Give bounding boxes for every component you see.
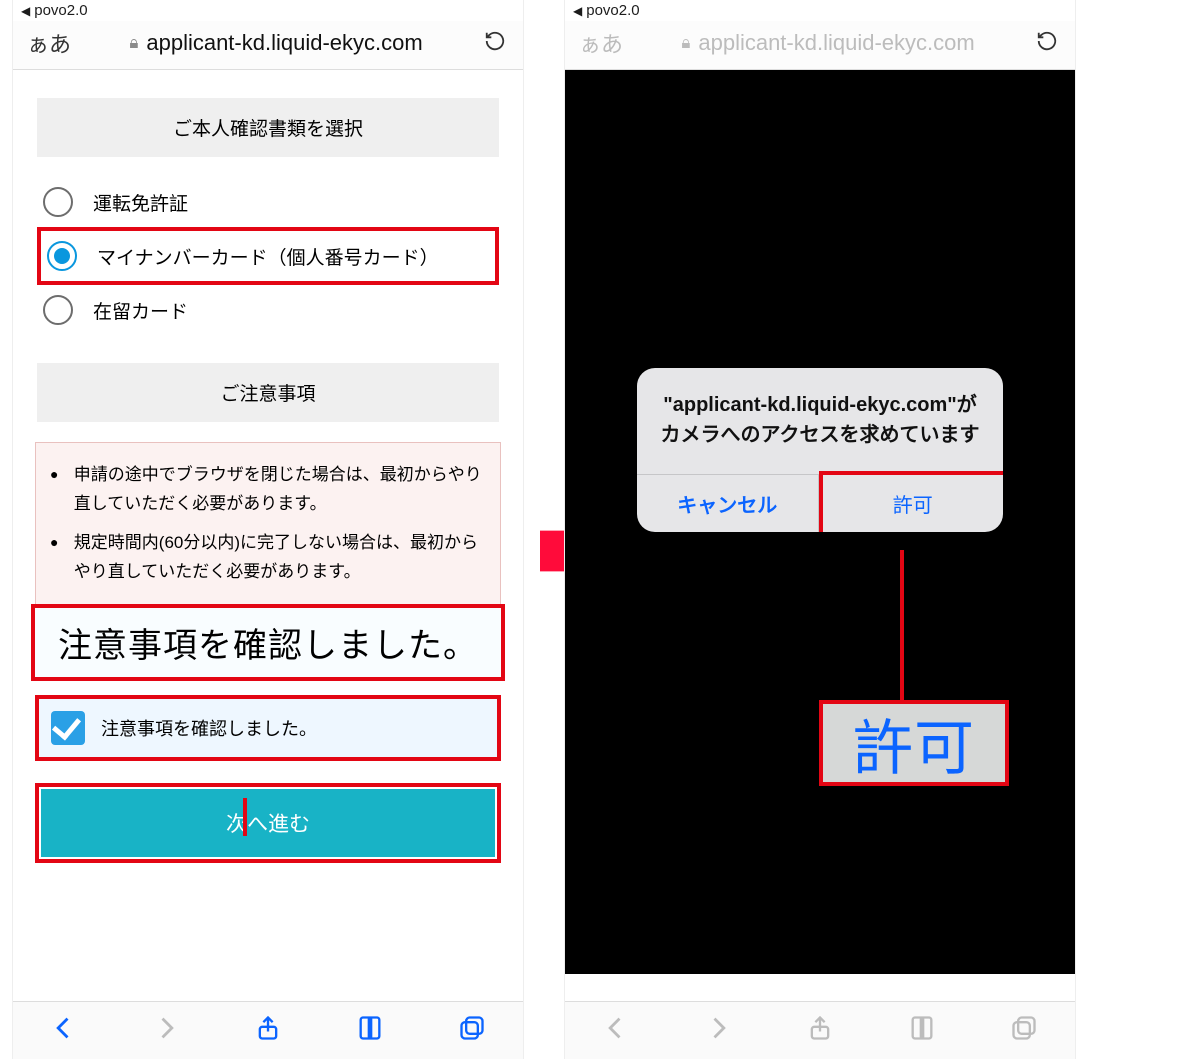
radio-icon: [43, 295, 73, 325]
status-back-app-label: povo2.0: [34, 2, 87, 19]
section-title-documents: ご本人確認書類を選択: [37, 98, 499, 157]
notice-item: 規定時間内(60分以内)に完了しない場合は、最初からやり直していただく必要があり…: [50, 529, 486, 587]
radio-label: 在留カード: [93, 297, 188, 324]
radio-option-residence[interactable]: 在留カード: [37, 285, 499, 335]
alert-cancel-button[interactable]: キャンセル: [637, 475, 819, 532]
radio-label: マイナンバーカード（個人番号カード）: [97, 243, 439, 270]
alert-allow-button[interactable]: 許可: [819, 471, 1004, 532]
phone-left: ◀povo2.0 ぁあ 🔒︎ applicant-kd.liquid-ekyc.…: [12, 0, 524, 1059]
status-back-link[interactable]: ◀povo2.0: [565, 0, 1075, 21]
status-back-link[interactable]: ◀povo2.0: [13, 0, 523, 21]
share-button[interactable]: [254, 1014, 282, 1047]
url-display[interactable]: 🔒︎ applicant-kd.liquid-ekyc.com: [637, 30, 1019, 56]
callout-allow-big: 許可: [819, 700, 1009, 786]
annotation-connector: [243, 798, 247, 836]
phone-right: ◀povo2.0 ぁあ 🔒︎ applicant-kd.liquid-ekyc.…: [564, 0, 1076, 1059]
status-back-app-label: povo2.0: [586, 2, 639, 19]
checkbox-checked-icon: [51, 711, 85, 745]
url-domain: applicant-kd.liquid-ekyc.com: [146, 30, 422, 56]
radio-label: 運転免許証: [93, 189, 188, 216]
text-size-aa[interactable]: ぁあ: [579, 27, 623, 59]
checkbox-label: 注意事項を確認しました。: [101, 715, 317, 741]
camera-permission-alert: "applicant-kd.liquid-ekyc.com"がカメラへのアクセス…: [637, 368, 1003, 532]
nav-forward-button: [704, 1014, 732, 1047]
radio-option-license[interactable]: 運転免許証: [37, 177, 499, 227]
next-button-label: 次へ進む: [226, 808, 310, 838]
alert-message: "applicant-kd.liquid-ekyc.com"がカメラへのアクセス…: [637, 368, 1003, 474]
bookmarks-button[interactable]: [356, 1014, 384, 1047]
back-triangle-icon: ◀: [573, 4, 586, 18]
safari-toolbar: [565, 1001, 1075, 1059]
radio-icon: [47, 241, 77, 271]
safari-url-bar: ぁあ 🔒︎ applicant-kd.liquid-ekyc.com: [565, 21, 1075, 70]
share-button: [806, 1014, 834, 1047]
notice-box: 申請の途中でブラウザを閉じた場合は、最初からやり直していただく必要があります。 …: [35, 442, 501, 606]
nav-back-button: [602, 1014, 630, 1047]
url-domain: applicant-kd.liquid-ekyc.com: [698, 30, 974, 56]
lock-icon: 🔒︎: [129, 33, 138, 53]
next-button-highlight: 次へ進む: [35, 783, 501, 863]
reload-button[interactable]: [481, 30, 509, 57]
next-button[interactable]: 次へ進む: [41, 789, 495, 857]
tabs-button: [1010, 1014, 1038, 1047]
camera-black-view: "applicant-kd.liquid-ekyc.com"がカメラへのアクセス…: [565, 70, 1075, 974]
callout-confirm-big: 注意事項を確認しました。: [31, 604, 505, 681]
safari-url-bar: ぁあ 🔒︎ applicant-kd.liquid-ekyc.com: [13, 21, 523, 70]
url-display[interactable]: 🔒︎ applicant-kd.liquid-ekyc.com: [85, 30, 467, 56]
radio-icon: [43, 187, 73, 217]
annotation-connector: [900, 550, 904, 700]
notice-item: 申請の途中でブラウザを閉じた場合は、最初からやり直していただく必要があります。: [50, 461, 486, 519]
section-title-notice: ご注意事項: [37, 363, 499, 422]
text-size-aa[interactable]: ぁあ: [27, 27, 71, 59]
page-content-left: ご本人確認書類を選択 運転免許証 マイナンバーカード（個人番号カード） 在留カー…: [13, 70, 523, 974]
safari-toolbar: [13, 1001, 523, 1059]
nav-forward-button: [152, 1014, 180, 1047]
radio-option-mynumber[interactable]: マイナンバーカード（個人番号カード）: [37, 227, 499, 285]
nav-back-button[interactable]: [50, 1014, 78, 1047]
confirm-checkbox-row[interactable]: 注意事項を確認しました。: [35, 695, 501, 761]
lock-icon: 🔒︎: [681, 33, 690, 53]
tabs-button[interactable]: [458, 1014, 486, 1047]
document-radio-group: 運転免許証 マイナンバーカード（個人番号カード） 在留カード: [37, 177, 499, 335]
back-triangle-icon: ◀: [21, 4, 34, 18]
reload-button: [1033, 30, 1061, 57]
bookmarks-button: [908, 1014, 936, 1047]
